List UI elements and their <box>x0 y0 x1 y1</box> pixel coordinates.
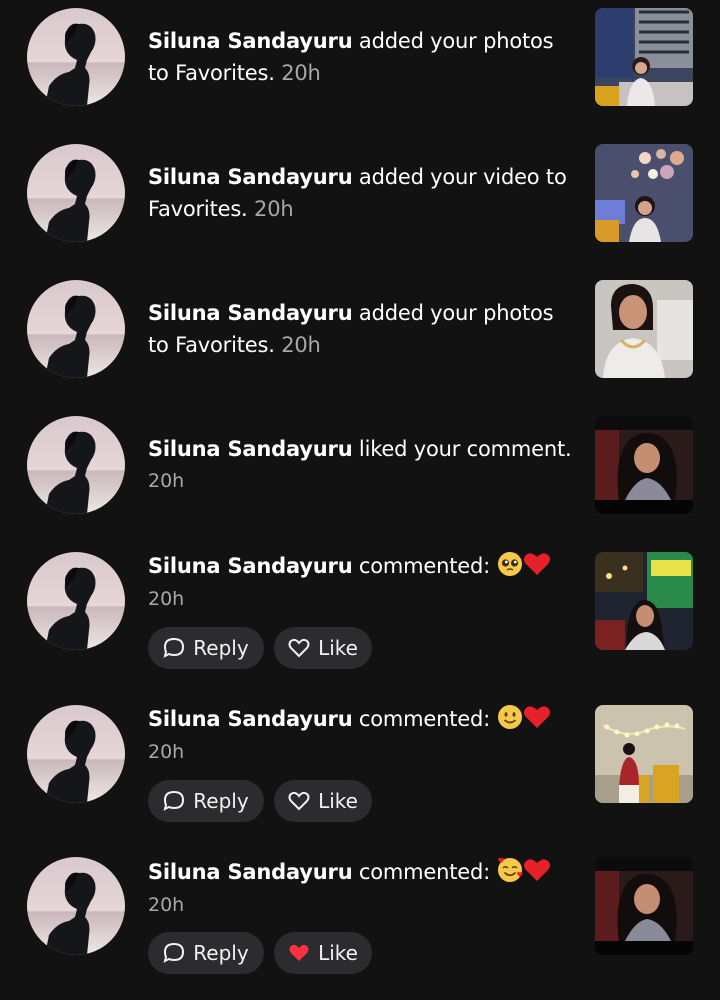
avatar[interactable] <box>27 8 125 106</box>
reply-bubble-icon <box>163 637 185 658</box>
post-thumbnail[interactable] <box>595 144 693 242</box>
timestamp: 20h <box>281 61 321 85</box>
avatar[interactable] <box>27 144 125 242</box>
like-button[interactable]: Like <box>274 627 372 669</box>
red-heart-emoji <box>523 857 551 883</box>
post-thumbnail[interactable] <box>595 280 693 378</box>
timestamp: 20h <box>148 741 185 763</box>
username[interactable]: Siluna Sandayuru <box>148 707 353 731</box>
timestamp: 20h <box>148 588 185 610</box>
heart-outline-icon <box>288 638 310 658</box>
notification-text: Siluna Sandayuru liked your comment. <box>148 433 578 465</box>
avatar[interactable] <box>27 552 125 650</box>
post-thumbnail[interactable] <box>595 552 693 650</box>
post-thumbnail[interactable] <box>595 416 693 514</box>
avatar[interactable] <box>27 857 125 955</box>
reply-bubble-icon <box>163 942 185 963</box>
reply-label: Reply <box>193 789 249 813</box>
username[interactable]: Siluna Sandayuru <box>148 437 353 461</box>
username[interactable]: Siluna Sandayuru <box>148 165 353 189</box>
like-label: Like <box>318 636 358 660</box>
username[interactable]: Siluna Sandayuru <box>148 860 353 884</box>
slightly-smiling-face-emoji <box>497 704 523 730</box>
heart-outline-icon <box>288 791 310 811</box>
like-button[interactable]: Like <box>274 780 372 822</box>
action-text: liked your comment. <box>352 437 572 461</box>
heart-filled-icon <box>289 944 309 961</box>
like-label: Like <box>318 789 358 813</box>
red-heart-emoji <box>523 551 551 577</box>
like-label: Like <box>318 941 358 965</box>
pleading-face-emoji <box>497 551 523 577</box>
notification-text: Siluna Sandayuru commented: <box>148 703 578 735</box>
username[interactable]: Siluna Sandayuru <box>148 301 353 325</box>
avatar[interactable] <box>27 280 125 378</box>
avatar[interactable] <box>27 705 125 803</box>
like-button[interactable]: Like <box>274 932 372 974</box>
notification-text: Siluna Sandayuru added your photos to Fa… <box>148 25 578 89</box>
reply-button[interactable]: Reply <box>148 627 264 669</box>
reply-label: Reply <box>193 636 249 660</box>
action-text: commented: <box>352 554 497 578</box>
reply-label: Reply <box>193 941 249 965</box>
reply-button[interactable]: Reply <box>148 932 264 974</box>
smiling-face-with-hearts-emoji <box>497 857 523 883</box>
notification-text: Siluna Sandayuru commented: <box>148 550 578 582</box>
notification-text: Siluna Sandayuru added your photos to Fa… <box>148 297 578 361</box>
avatar[interactable] <box>27 416 125 514</box>
timestamp: 20h <box>254 197 294 221</box>
username[interactable]: Siluna Sandayuru <box>148 554 353 578</box>
reply-bubble-icon <box>163 790 185 811</box>
timestamp: 20h <box>148 470 185 492</box>
timestamp: 20h <box>281 333 321 357</box>
notification-text: Siluna Sandayuru added your video to Fav… <box>148 161 578 225</box>
notification-text: Siluna Sandayuru commented: <box>148 856 578 888</box>
action-text: commented: <box>352 707 497 731</box>
username[interactable]: Siluna Sandayuru <box>148 29 353 53</box>
post-thumbnail[interactable] <box>595 705 693 803</box>
reply-button[interactable]: Reply <box>148 780 264 822</box>
action-text: commented: <box>352 860 497 884</box>
post-thumbnail[interactable] <box>595 857 693 955</box>
post-thumbnail[interactable] <box>595 8 693 106</box>
red-heart-emoji <box>523 704 551 730</box>
timestamp: 20h <box>148 894 185 916</box>
